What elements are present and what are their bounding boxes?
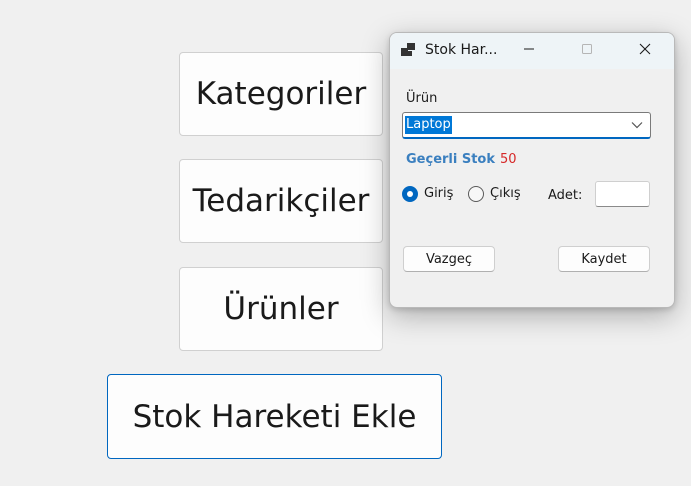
maximize-icon — [582, 44, 592, 54]
urun-label: Ürün — [406, 91, 438, 106]
gecerli-stok-label: Geçerli Stok — [406, 152, 496, 167]
giris-radio-label[interactable]: Giriş — [424, 186, 453, 201]
urunler-button[interactable]: Ürünler — [179, 267, 383, 351]
gecerli-stok-value: 50 — [500, 152, 517, 167]
minimize-button[interactable] — [506, 33, 552, 65]
adet-label: Adet: — [548, 188, 583, 203]
vazgec-button[interactable]: Vazgeç — [403, 246, 495, 272]
kategoriler-button[interactable]: Kategoriler — [179, 52, 383, 136]
close-icon — [639, 43, 651, 55]
maximize-button — [564, 33, 610, 65]
dialog-title: Stok Har... — [425, 42, 498, 58]
giris-radio[interactable] — [402, 186, 418, 202]
app-window-icon — [401, 43, 415, 56]
adet-input[interactable] — [595, 181, 650, 207]
stok-hareketi-ekle-button[interactable]: Stok Hareketi Ekle — [107, 374, 442, 459]
cikis-radio-label[interactable]: Çıkış — [490, 186, 521, 201]
urun-selected-value: Laptop — [405, 116, 452, 134]
close-button[interactable] — [622, 33, 668, 65]
chevron-down-icon — [631, 122, 643, 129]
dialog-titlebar[interactable]: Stok Har... — [390, 33, 674, 69]
stok-hareketi-dialog: Stok Har... Ürün Laptop Geçerli Stok 50 … — [389, 32, 675, 308]
tedarikciler-button[interactable]: Tedarikçiler — [179, 159, 383, 243]
kaydet-button[interactable]: Kaydet — [558, 246, 650, 272]
cikis-radio[interactable] — [468, 186, 484, 202]
minimize-icon — [524, 48, 534, 50]
urun-combobox[interactable]: Laptop — [402, 112, 651, 139]
